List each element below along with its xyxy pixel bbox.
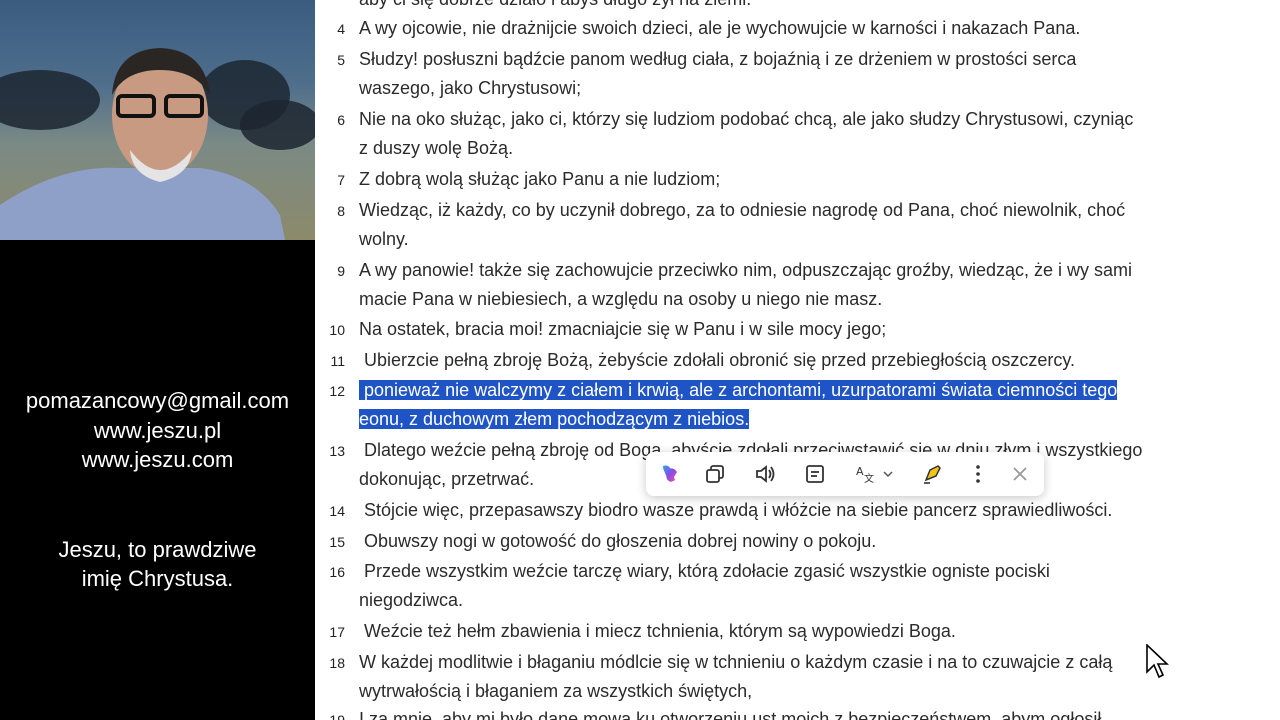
verse-text-line: wytrwałością i błaganiem za wszystkich ś… — [359, 681, 753, 701]
verse-text-line: A wy ojcowie, nie drażnijcie swoich dzie… — [359, 18, 1081, 38]
verse-number: 6 — [337, 112, 345, 128]
verse-text-line: z duszy wolę Bożą. — [359, 138, 514, 158]
verse-text-line: Stójcie więc, przepasawszy biodro wasze … — [359, 500, 1113, 520]
chevron-down-icon[interactable] — [879, 460, 897, 488]
verse-number: 9 — [337, 263, 345, 279]
verse-text-line: Z dobrą wolą służąc jako Panu a nie ludz… — [359, 169, 721, 189]
verse-text-line: Nie na oko służąc, jako ci, którzy się l… — [359, 109, 1134, 129]
svg-text:文: 文 — [864, 472, 874, 485]
verse-text-line: W każdej modlitwie i błaganiu módlcie si… — [359, 652, 1113, 672]
verse-number: 17 — [329, 624, 345, 640]
mouse-cursor-icon — [1146, 643, 1170, 685]
verse-number: 11 — [330, 353, 345, 369]
verse-text-line: Obuwszy nogi w gotowość do głoszenia dob… — [359, 531, 877, 551]
verse-text-line: Weźcie też hełm zbawienia i miecz tchnie… — [359, 621, 956, 641]
verse-number: 15 — [329, 534, 345, 550]
tagline-line1: Jeszu, to prawdziwe — [58, 537, 257, 562]
verse-text-line: waszego, jako Chrystusowi; — [359, 78, 582, 98]
selected-text[interactable]: eonu, z duchowym złem pochodzącym z nieb… — [359, 409, 750, 429]
close-icon[interactable] — [1006, 460, 1034, 488]
document-view[interactable]: aby ci się dobrze działo i abyś długo ży… — [315, 0, 1280, 720]
verse-number: 18 — [329, 655, 345, 671]
contact-email: pomazancowy@gmail.com — [25, 388, 290, 413]
verse-number: 13 — [329, 443, 345, 459]
video-sidebar: pomazancowy@gmail.com www.jeszu.pl www.j… — [0, 0, 315, 720]
verse-text-line: eonu, z duchowym złem pochodzącym z nieb… — [359, 405, 1239, 434]
verse-number: 5 — [337, 52, 345, 68]
verse-number: 4 — [337, 21, 345, 37]
more-icon[interactable] — [964, 460, 992, 488]
define-icon[interactable] — [801, 460, 829, 488]
selection-toolbar: A文 — [646, 452, 1044, 496]
copy-icon[interactable] — [701, 460, 729, 488]
verse-text-line: A wy panowie! także się zachowujcie prze… — [359, 260, 1132, 280]
webcam-video — [0, 0, 315, 240]
verse-text-line: macie Pana w niebiesiech, a względu na o… — [359, 289, 883, 309]
svg-text:A: A — [856, 465, 864, 478]
tagline-line2: imię Chrystusa. — [81, 566, 234, 591]
presenter-figure — [0, 48, 285, 240]
verse-text-line: Przede wszystkim weźcie tarczę wiary, kt… — [359, 561, 1050, 581]
verse-number: 8 — [337, 203, 345, 219]
verse-text-line: Słudzy! posłuszni bądźcie panom według c… — [359, 49, 1077, 69]
verse-number: 14 — [329, 503, 345, 519]
verse-text-line: I za mnie, aby mi było dane mowa ku otwo… — [359, 709, 1102, 720]
verse-text-line: niegodziwca. — [359, 590, 464, 610]
read-aloud-icon[interactable] — [751, 460, 779, 488]
verse-text-line: ponieważ nie walczymy z ciałem i krwią, … — [359, 376, 1239, 405]
highlight-icon[interactable] — [918, 460, 946, 488]
verse-text-line: wolny. — [359, 229, 409, 249]
verse-number: 12 — [329, 383, 345, 399]
verse-number: 16 — [329, 564, 345, 580]
verse-text-line: Wiedząc, iż każdy, co by uczynił dobrego… — [359, 200, 1126, 220]
verse-number: 19 — [329, 712, 345, 720]
website-com: www.jeszu.com — [81, 447, 234, 472]
verse-text-line: Ubierzcie pełną zbroję Bożą, żebyście zd… — [359, 350, 1076, 370]
verse-number: 7 — [337, 172, 345, 188]
verse-text-line: Na ostatek, bracia moi! zmacniajcie się … — [359, 319, 887, 339]
translate-icon[interactable]: A文 — [851, 460, 879, 488]
verse-number: 10 — [329, 322, 345, 338]
selected-text[interactable]: ponieważ nie walczymy z ciałem i krwią, … — [359, 380, 1118, 400]
website-pl: www.jeszu.pl — [93, 418, 222, 443]
copilot-icon[interactable] — [655, 460, 683, 488]
partial-top-line: aby ci się dobrze działo i abyś długo ży… — [359, 0, 1239, 14]
